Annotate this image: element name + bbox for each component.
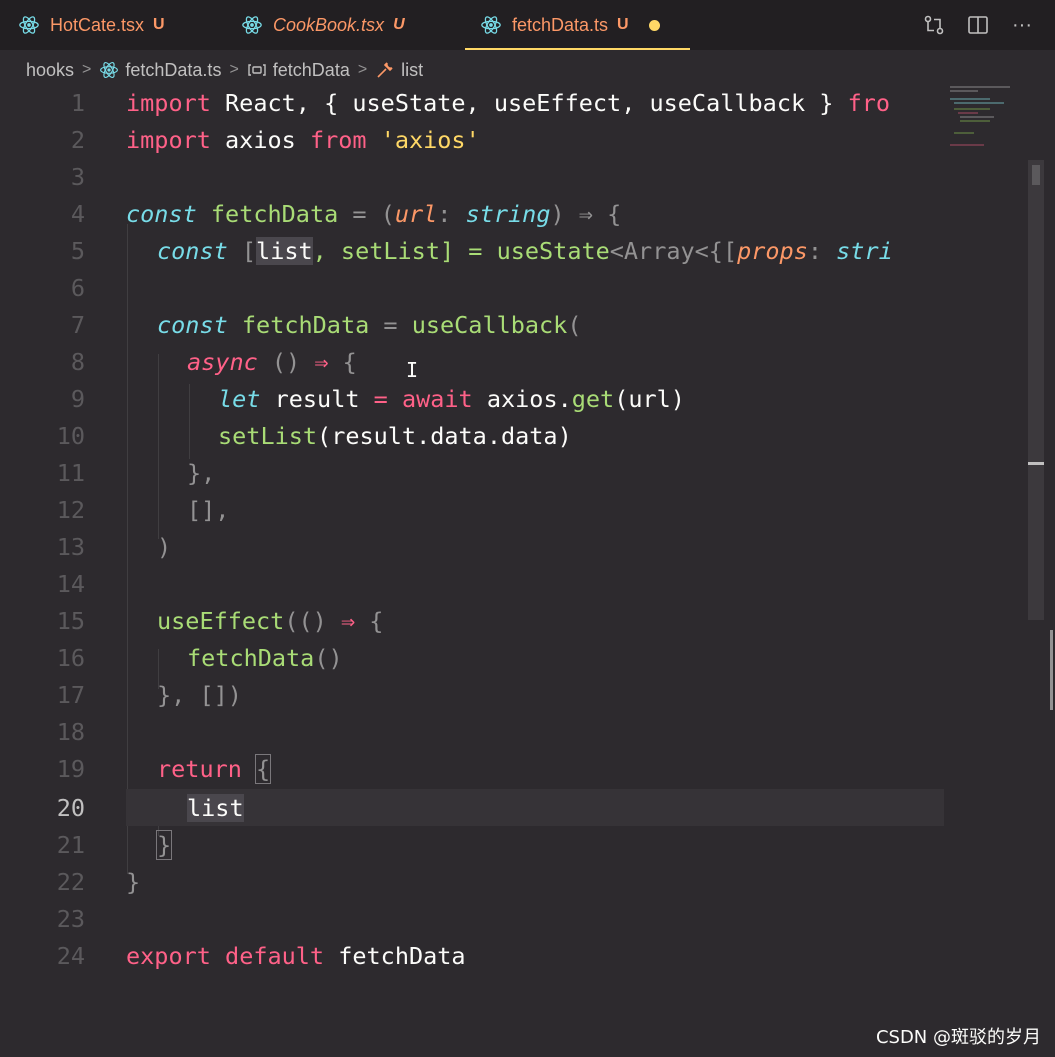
line-number: 18 bbox=[56, 717, 85, 746]
tab-hotcate[interactable]: HotCate.tsx U bbox=[18, 0, 165, 50]
code-line: 1 import React, { useState, useEffect, u… bbox=[0, 84, 945, 121]
code-editor[interactable]: 1 import React, { useState, useEffect, u… bbox=[0, 84, 1055, 1057]
breadcrumb-variable[interactable]: list bbox=[401, 60, 423, 81]
line-number: 20 bbox=[56, 793, 85, 822]
line-number: 21 bbox=[56, 830, 85, 859]
breadcrumb: hooks > fetchData.ts > fetchData > list bbox=[26, 58, 423, 82]
tab-label: HotCate.tsx bbox=[50, 14, 145, 35]
scrollbar-thumb[interactable] bbox=[1032, 165, 1040, 185]
breadcrumb-file[interactable]: fetchData.ts bbox=[125, 60, 221, 81]
react-icon bbox=[100, 62, 119, 78]
active-tab-indicator bbox=[465, 48, 690, 50]
code-line: 19 return { bbox=[0, 750, 945, 787]
split-editor-icon[interactable] bbox=[965, 12, 991, 38]
wrench-icon bbox=[377, 62, 393, 78]
code-line: 14 bbox=[0, 565, 945, 602]
code-line-current: 20 list bbox=[0, 789, 945, 826]
code-line: 18 bbox=[0, 713, 945, 750]
react-icon bbox=[481, 16, 501, 34]
mouse-text-cursor-icon: I bbox=[406, 358, 419, 382]
code-line: 22 } bbox=[0, 863, 945, 900]
line-number: 13 bbox=[56, 532, 85, 561]
untracked-badge: U bbox=[393, 16, 405, 33]
code-line: 2 import axios from 'axios' bbox=[0, 121, 945, 158]
tab-label: fetchData.ts bbox=[512, 14, 609, 35]
minimap[interactable] bbox=[948, 84, 1026, 164]
chevron-right-icon: > bbox=[229, 61, 239, 78]
line-number: 8 bbox=[70, 347, 85, 376]
code-line: 7 const fetchData = useCallback( bbox=[0, 306, 945, 343]
watermark: CSDN @斑驳的岁月 bbox=[875, 1027, 1041, 1048]
code-line: 6 bbox=[0, 269, 945, 306]
code-line: 4 const fetchData = (url: string) ⇒ { bbox=[0, 195, 945, 232]
code-line: 13 ) bbox=[0, 528, 945, 565]
source-control-compare-icon[interactable] bbox=[921, 12, 947, 38]
line-number: 11 bbox=[56, 458, 85, 487]
breadcrumb-folder[interactable]: hooks bbox=[26, 60, 74, 81]
variable-symbol-icon bbox=[248, 64, 266, 76]
vertical-scrollbar[interactable] bbox=[1028, 160, 1044, 620]
line-number: 7 bbox=[70, 310, 85, 339]
code-line: 11 }, bbox=[0, 454, 945, 491]
code-line: 23 bbox=[0, 900, 945, 937]
code-line: 12 [], bbox=[0, 491, 945, 528]
line-number: 16 bbox=[56, 643, 85, 672]
line-number: 22 bbox=[56, 867, 85, 896]
react-icon bbox=[19, 16, 39, 34]
tab-fetchdata[interactable]: fetchData.ts U bbox=[480, 0, 660, 50]
chevron-right-icon: > bbox=[357, 61, 368, 78]
line-number: 2 bbox=[70, 125, 85, 154]
editor-actions: ··· bbox=[921, 12, 1035, 38]
line-number: 15 bbox=[56, 606, 85, 635]
line-number: 17 bbox=[56, 680, 85, 709]
code-line: 21 } bbox=[0, 826, 945, 863]
line-number: 12 bbox=[56, 495, 85, 524]
line-number: 4 bbox=[70, 199, 85, 228]
tab-bar: HotCate.tsx U CookBook.tsx U fetchData.t… bbox=[0, 0, 1055, 50]
line-number: 5 bbox=[70, 236, 85, 265]
line-number: 10 bbox=[56, 421, 85, 450]
code-line: 3 bbox=[0, 158, 945, 195]
code-line: 24 export default fetchData bbox=[0, 937, 945, 974]
untracked-badge: U bbox=[617, 16, 629, 33]
line-number: 1 bbox=[70, 88, 85, 117]
code-line: 5 const [list, setList] = useState<Array… bbox=[0, 232, 945, 269]
code-line: 15 useEffect(() ⇒ { bbox=[0, 602, 945, 639]
line-number: 23 bbox=[56, 904, 85, 933]
untracked-badge: U bbox=[153, 16, 165, 33]
tab-label: CookBook.tsx bbox=[273, 14, 385, 35]
code-line: 16 fetchData() bbox=[0, 639, 945, 676]
code-line: 8 async () ⇒ { bbox=[0, 343, 945, 380]
more-actions-icon[interactable]: ··· bbox=[1009, 12, 1035, 38]
line-number: 19 bbox=[56, 754, 85, 783]
line-number: 14 bbox=[56, 569, 85, 598]
breadcrumb-symbol[interactable]: fetchData bbox=[273, 60, 350, 81]
line-number: 9 bbox=[70, 384, 85, 413]
window-edge-handle bbox=[1050, 630, 1053, 710]
code-line: 17 }, []) bbox=[0, 676, 945, 713]
tab-cookbook[interactable]: CookBook.tsx U bbox=[241, 0, 405, 50]
line-number: 24 bbox=[56, 941, 85, 970]
code-line: 10 setList(result.data.data) bbox=[0, 417, 945, 454]
line-number: 3 bbox=[70, 162, 85, 191]
unsaved-dot-icon[interactable] bbox=[648, 19, 660, 31]
code-line: 9 let result = await axios.get(url) bbox=[0, 380, 945, 417]
line-number: 6 bbox=[70, 273, 85, 302]
chevron-right-icon: > bbox=[82, 61, 92, 78]
react-icon bbox=[242, 16, 262, 34]
scrollbar-cursor-marker bbox=[1028, 462, 1044, 465]
